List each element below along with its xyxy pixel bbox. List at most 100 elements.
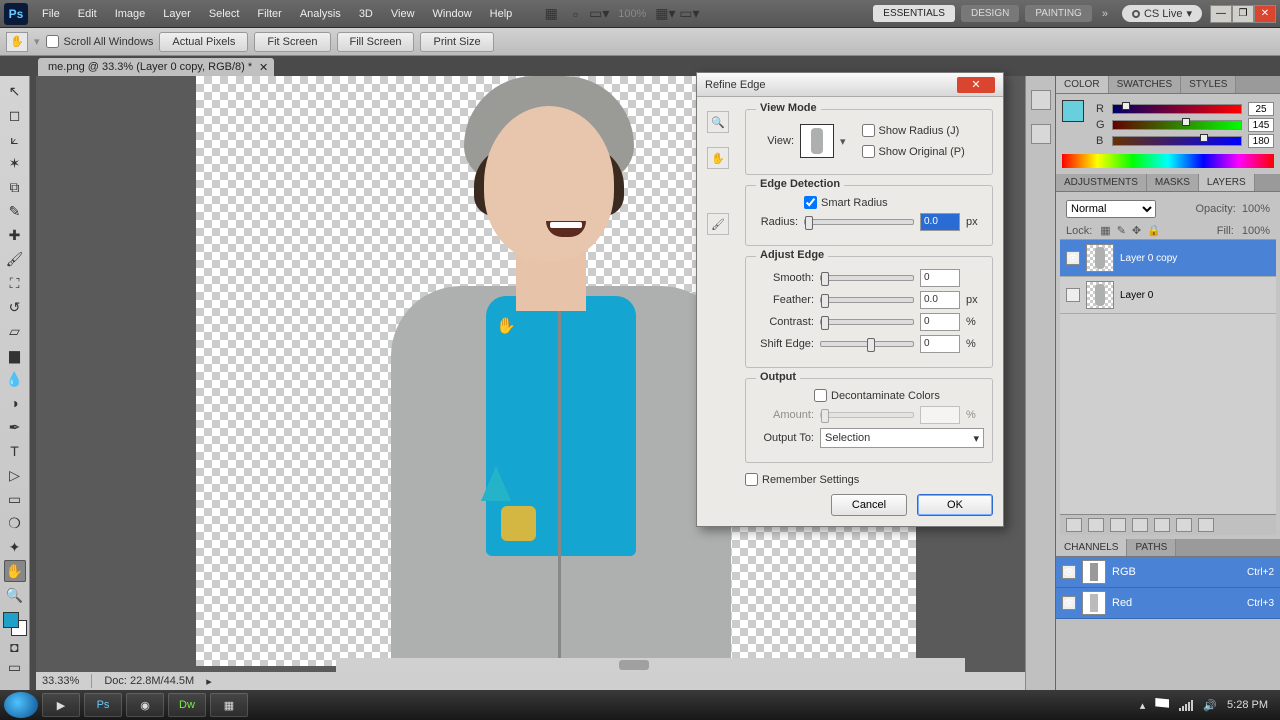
decontaminate-checkbox[interactable]: Decontaminate Colors xyxy=(814,389,984,402)
tool-shape-icon[interactable]: ▭ xyxy=(4,488,26,510)
color-swatches[interactable] xyxy=(3,612,27,636)
tool-history-brush-icon[interactable]: ↺ xyxy=(4,296,26,318)
group-icon[interactable] xyxy=(1154,518,1170,532)
smart-radius-checkbox[interactable]: Smart Radius xyxy=(804,196,984,209)
menu-window[interactable]: Window xyxy=(425,5,480,23)
tool-zoom-icon[interactable]: 🔍 xyxy=(4,584,26,606)
tab-layers[interactable]: LAYERS xyxy=(1199,174,1255,191)
clock[interactable]: 5:28 PM xyxy=(1227,699,1268,711)
document-tab-close-icon[interactable]: ✕ xyxy=(259,61,268,74)
r-slider[interactable] xyxy=(1112,104,1242,114)
ok-button[interactable]: OK xyxy=(917,494,993,516)
tab-color[interactable]: COLOR xyxy=(1056,76,1109,93)
cancel-button[interactable]: Cancel xyxy=(831,494,907,516)
screen-mode-icon[interactable]: ▭▾ xyxy=(678,3,700,25)
cs-live-button[interactable]: CS Live▾ xyxy=(1122,5,1202,22)
link-layers-icon[interactable] xyxy=(1066,518,1082,532)
statusbar-more-icon[interactable]: ▸ xyxy=(206,675,212,688)
screenmode-icon[interactable]: ▭ xyxy=(4,658,26,676)
window-close-icon[interactable]: ✕ xyxy=(1254,5,1276,23)
lock-transparency-icon[interactable]: ▦ xyxy=(1100,224,1110,237)
tool-brush-icon[interactable]: 🖌 xyxy=(4,248,26,270)
lock-pixels-icon[interactable]: ✎ xyxy=(1117,224,1126,237)
tool-blur-icon[interactable]: 💧 xyxy=(4,368,26,390)
tool-lasso-icon[interactable]: ⟀ xyxy=(4,128,26,150)
color-spectrum[interactable] xyxy=(1062,154,1274,168)
delete-layer-icon[interactable] xyxy=(1198,518,1214,532)
tool-gradient-icon[interactable]: ▆ xyxy=(4,344,26,366)
launch-minibridge-icon[interactable]: ▫ xyxy=(564,3,586,25)
view-thumbnail-button[interactable] xyxy=(800,124,834,158)
zoom-tool-icon[interactable]: 🔍 xyxy=(707,111,729,133)
layer-thumbnail[interactable] xyxy=(1086,244,1114,272)
new-layer-icon[interactable] xyxy=(1176,518,1192,532)
network-icon[interactable] xyxy=(1179,699,1193,711)
workspace-design[interactable]: DESIGN xyxy=(961,5,1019,22)
menu-help[interactable]: Help xyxy=(482,5,521,23)
tab-styles[interactable]: STYLES xyxy=(1181,76,1236,93)
g-value[interactable]: 145 xyxy=(1248,118,1274,132)
menu-edit[interactable]: Edit xyxy=(70,5,105,23)
tool-healing-icon[interactable]: ✚ xyxy=(4,224,26,246)
tray-expand-icon[interactable]: ▴ xyxy=(1140,699,1146,712)
refine-brush-icon[interactable]: 🖌 xyxy=(707,213,729,235)
launch-bridge-icon[interactable]: ▦ xyxy=(540,3,562,25)
tool-crop-icon[interactable]: ⧉ xyxy=(4,176,26,198)
r-value[interactable]: 25 xyxy=(1248,102,1274,116)
menu-analysis[interactable]: Analysis xyxy=(292,5,349,23)
fill-screen-button[interactable]: Fill Screen xyxy=(337,32,415,52)
visibility-icon[interactable]: 👁 xyxy=(1066,251,1080,265)
start-button[interactable] xyxy=(4,692,38,718)
taskbar-photoshop-icon[interactable]: Ps xyxy=(84,693,122,717)
doc-size-readout[interactable]: Doc: 22.8M/44.5M xyxy=(104,675,194,687)
fit-screen-button[interactable]: Fit Screen xyxy=(254,32,330,52)
tool-preset-hand-icon[interactable]: ✋ xyxy=(6,32,28,52)
smooth-slider[interactable] xyxy=(820,275,914,281)
visibility-icon[interactable] xyxy=(1066,288,1080,302)
contrast-input[interactable]: 0 xyxy=(920,313,960,331)
tool-eraser-icon[interactable]: ▱ xyxy=(4,320,26,342)
tool-move-icon[interactable]: ↖ xyxy=(4,80,26,102)
b-slider[interactable] xyxy=(1112,136,1242,146)
contrast-slider[interactable] xyxy=(820,319,914,325)
layer-name[interactable]: Layer 0 copy xyxy=(1120,253,1177,264)
dialog-titlebar[interactable]: Refine Edge ✕ xyxy=(697,73,1003,97)
layer-fill-value[interactable]: 100% xyxy=(1242,225,1270,237)
adjustment-layer-icon[interactable] xyxy=(1132,518,1148,532)
tool-marquee-icon[interactable]: ◻ xyxy=(4,104,26,126)
menu-view[interactable]: View xyxy=(383,5,423,23)
action-center-icon[interactable] xyxy=(1155,698,1169,712)
document-tab[interactable]: me.png @ 33.3% (Layer 0 copy, RGB/8) * ✕ xyxy=(38,58,274,76)
opacity-value[interactable]: 100% xyxy=(1242,203,1270,215)
zoom-readout[interactable]: 33.33% xyxy=(42,675,79,687)
menu-image[interactable]: Image xyxy=(107,5,154,23)
tool-3d-icon[interactable]: ❍ xyxy=(4,512,26,534)
lock-position-icon[interactable]: ✥ xyxy=(1132,224,1141,237)
menu-layer[interactable]: Layer xyxy=(155,5,199,23)
output-to-select[interactable]: Selection▾ xyxy=(820,428,984,448)
arrange-docs-icon[interactable]: ▦▾ xyxy=(654,3,676,25)
window-minimize-icon[interactable]: — xyxy=(1210,5,1232,23)
layer-row[interactable]: Layer 0 xyxy=(1060,277,1276,314)
volume-icon[interactable]: 🔊 xyxy=(1203,699,1217,712)
channel-row[interactable]: 👁 RGB Ctrl+2 xyxy=(1056,557,1280,588)
visibility-icon[interactable]: 👁 xyxy=(1062,596,1076,610)
smooth-input[interactable]: 0 xyxy=(920,269,960,287)
tool-hand-icon[interactable]: ✋ xyxy=(4,560,26,582)
taskbar-dreamweaver-icon[interactable]: Dw xyxy=(168,693,206,717)
horizontal-scrollbar[interactable] xyxy=(336,658,965,672)
view-extras-icon[interactable]: ▭▾ xyxy=(588,3,610,25)
taskbar-app-icon[interactable]: ▦ xyxy=(210,693,248,717)
lock-all-icon[interactable]: 🔒 xyxy=(1147,224,1161,237)
feather-slider[interactable] xyxy=(820,297,914,303)
dialog-close-icon[interactable]: ✕ xyxy=(957,77,995,93)
dock-history-icon[interactable] xyxy=(1031,90,1051,110)
tool-dodge-icon[interactable]: ◑ xyxy=(4,392,26,414)
menu-select[interactable]: Select xyxy=(201,5,248,23)
workspace-essentials[interactable]: ESSENTIALS xyxy=(873,5,955,22)
g-slider[interactable] xyxy=(1112,120,1242,130)
tab-swatches[interactable]: SWATCHES xyxy=(1109,76,1182,93)
shift-edge-input[interactable]: 0 xyxy=(920,335,960,353)
layer-thumbnail[interactable] xyxy=(1086,281,1114,309)
tool-eyedropper-icon[interactable]: ✎ xyxy=(4,200,26,222)
